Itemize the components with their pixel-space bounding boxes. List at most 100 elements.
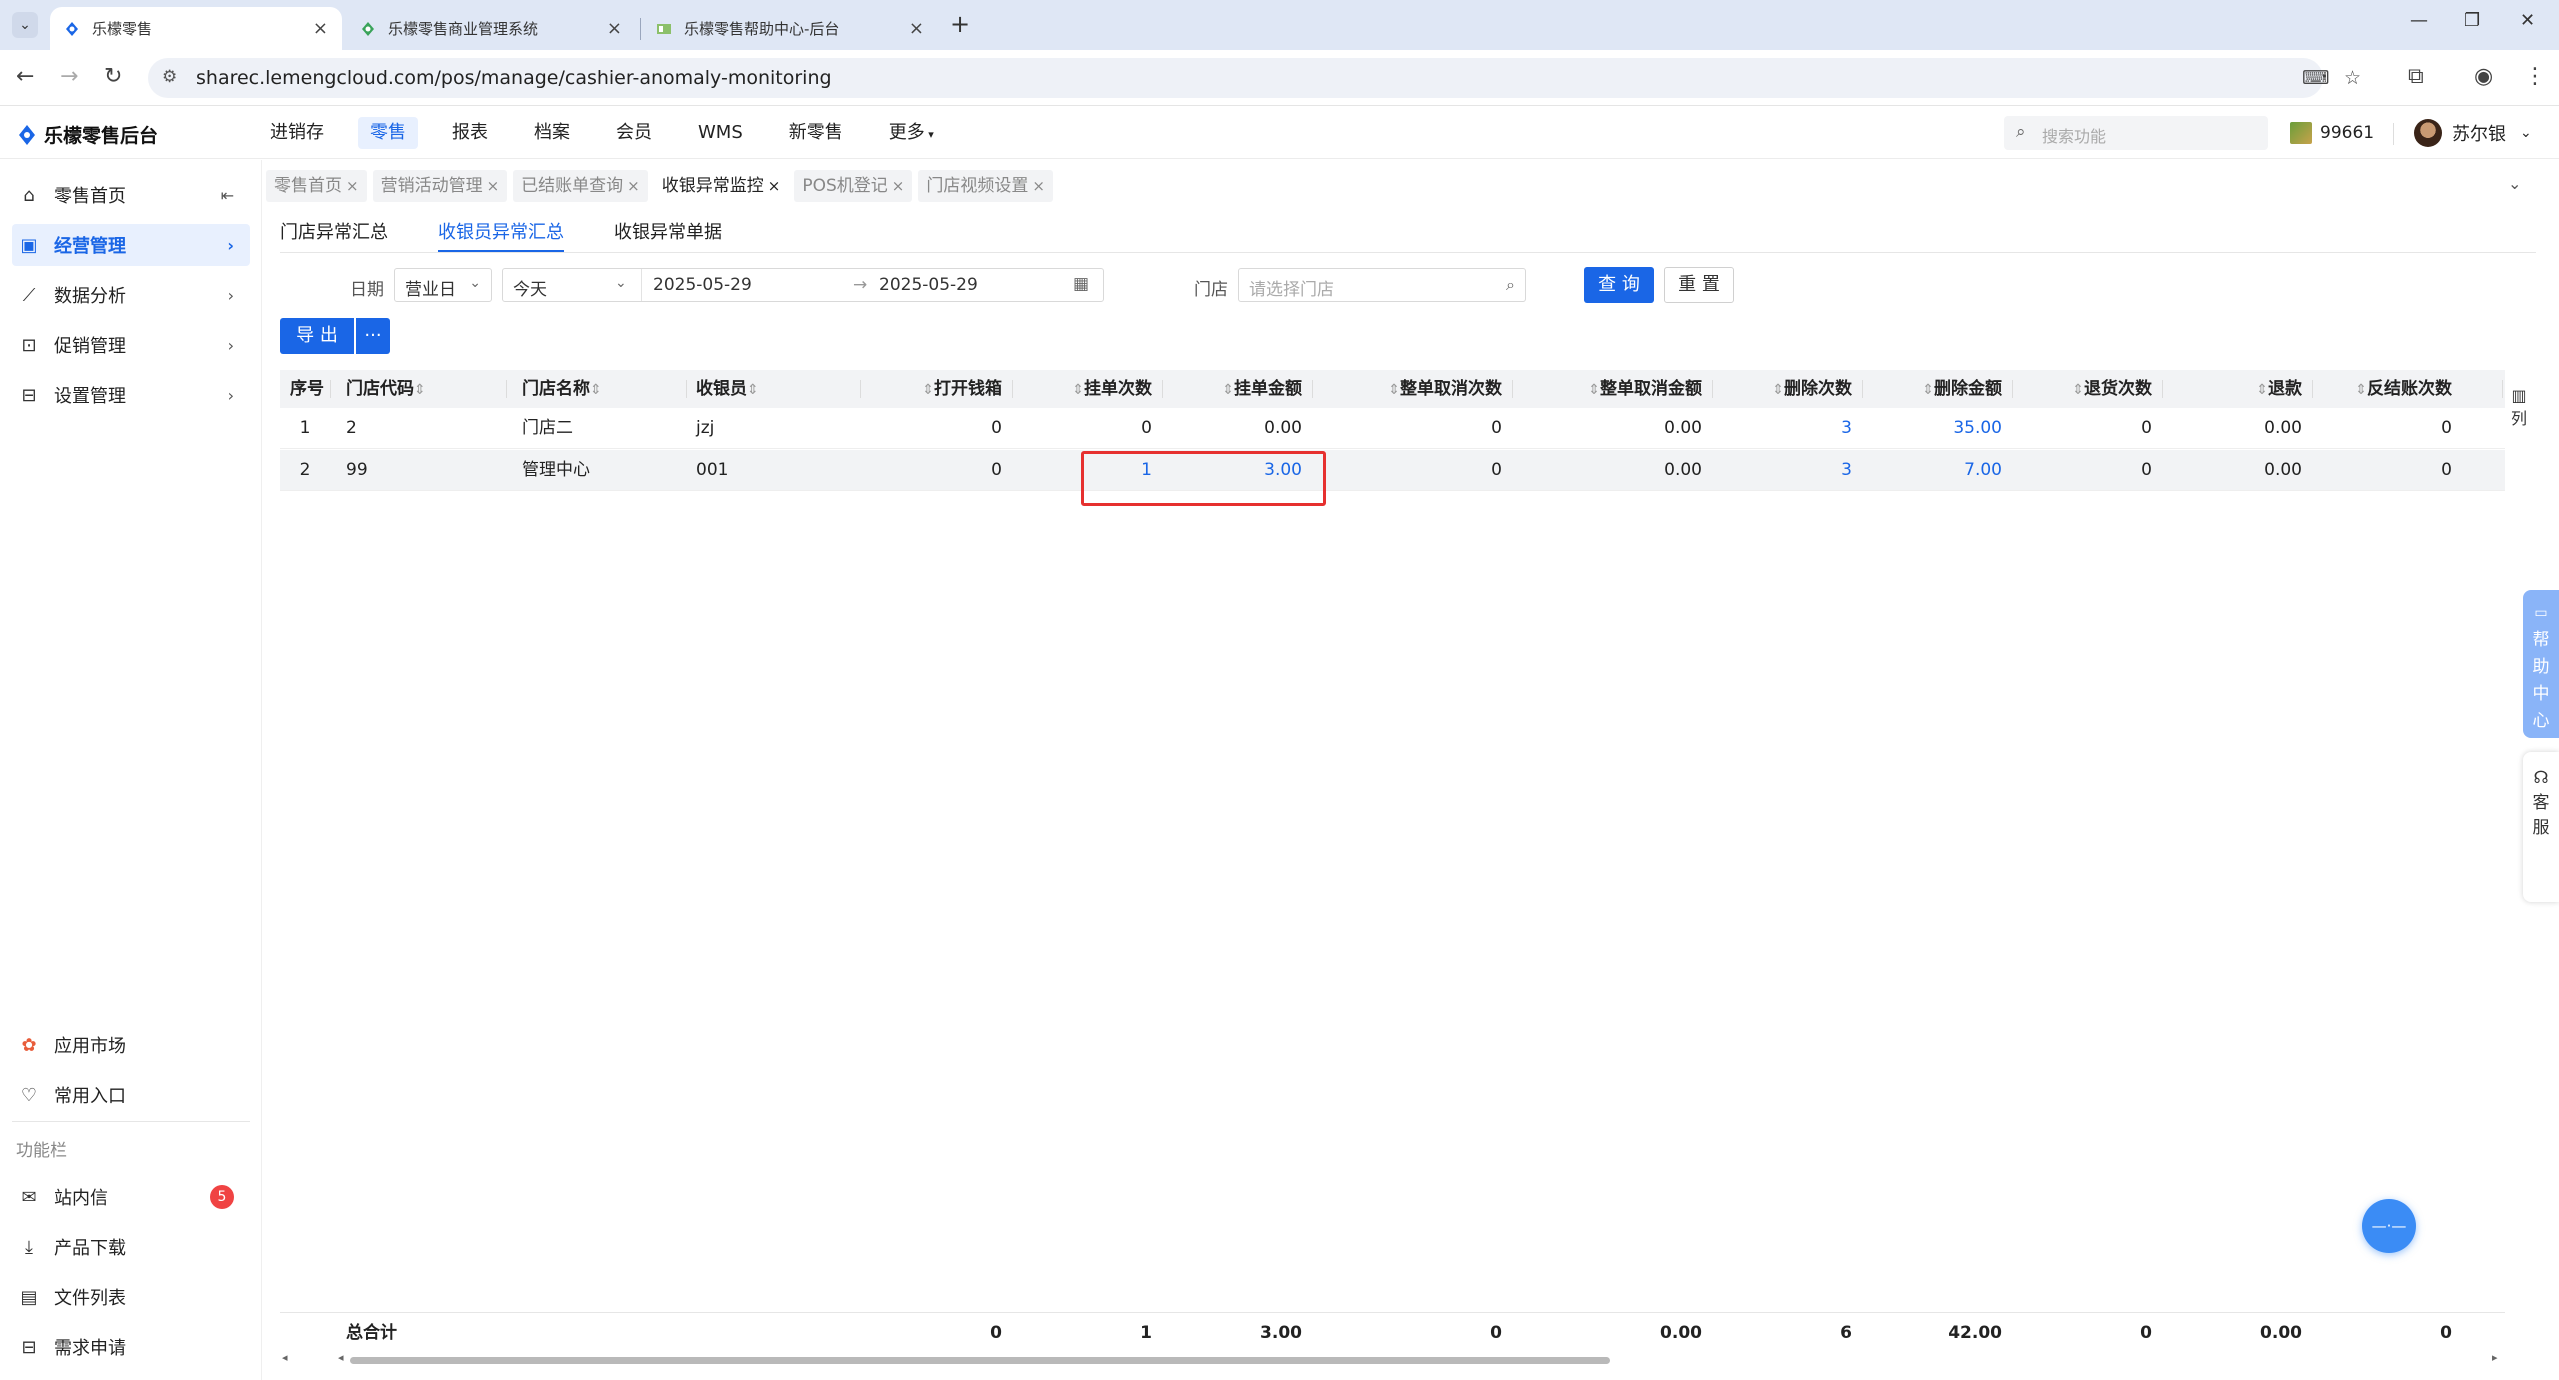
sidebar-item-messages[interactable]: ✉ 站内信 5 bbox=[12, 1176, 250, 1218]
col-reverse-count[interactable]: ⇕反结账次数 bbox=[2330, 370, 2452, 408]
reset-button[interactable]: 重 置 bbox=[1664, 267, 1734, 303]
end-date[interactable]: 2025-05-29 bbox=[879, 275, 978, 295]
sidebar-item-favorites[interactable]: ♡ 常用入口 bbox=[12, 1074, 250, 1116]
menu-more[interactable]: 更多 ▾ bbox=[877, 117, 946, 149]
close-window-icon[interactable]: ✕ bbox=[2520, 10, 2535, 31]
close-icon[interactable]: × bbox=[892, 177, 905, 195]
col-delete-amount[interactable]: ⇕删除金额 bbox=[1880, 370, 2002, 408]
tab-pos-register[interactable]: POS机登记 × bbox=[794, 170, 913, 202]
horizontal-scrollbar[interactable]: ◂ ◂ ▸ bbox=[280, 1351, 2505, 1365]
subtab-cashier-summary[interactable]: 收银员异常汇总 bbox=[438, 218, 564, 252]
scrollbar-thumb[interactable] bbox=[350, 1357, 1610, 1364]
cell-delete-count-link[interactable]: 3 bbox=[1730, 450, 1852, 491]
url-omnibox[interactable]: ⚙ sharec.lemengcloud.com/pos/manage/cash… bbox=[148, 58, 2361, 98]
table-row[interactable]: 2 99 管理中心 001 0 1 3.00 0 0.00 3 7.00 0 0… bbox=[280, 450, 2505, 491]
sidebar-item-requests[interactable]: ⊟ 需求申请 bbox=[12, 1326, 250, 1368]
app-logo[interactable]: 乐檬零售后台 bbox=[18, 121, 158, 148]
sidebar-item-retail-home[interactable]: ⌂ 零售首页 ⇤ bbox=[12, 174, 250, 216]
col-cashier[interactable]: 收银员⇕ bbox=[696, 370, 759, 408]
cell-delete-amount-link[interactable]: 35.00 bbox=[1880, 408, 2002, 449]
tab-marketing[interactable]: 营销活动管理 × bbox=[372, 170, 508, 202]
subtab-store-summary[interactable]: 门店异常汇总 bbox=[280, 218, 388, 252]
export-button[interactable]: 导 出 bbox=[280, 318, 354, 354]
extensions-icon[interactable]: ⧉ bbox=[2408, 64, 2424, 89]
floating-assistant-button[interactable]: —·— bbox=[2362, 1199, 2416, 1253]
menu-wms[interactable]: WMS bbox=[686, 117, 755, 149]
col-hold-count[interactable]: ⇕挂单次数 bbox=[1030, 370, 1152, 408]
cell-delete-count-link[interactable]: 3 bbox=[1730, 408, 1852, 449]
user-menu[interactable]: 苏尔银 ⌄ bbox=[2414, 119, 2532, 147]
tab-settled-bills[interactable]: 已结账单查询 × bbox=[513, 170, 648, 202]
sidebar-item-file-list[interactable]: ▤ 文件列表 bbox=[12, 1276, 250, 1318]
tabs-dropdown-icon[interactable]: ⌄ bbox=[2508, 174, 2521, 193]
browser-tab-1[interactable]: 乐檬零售 × bbox=[50, 7, 342, 50]
collapse-sidebar-icon[interactable]: ⇤ bbox=[221, 186, 234, 205]
col-store-name[interactable]: 门店名称⇕ bbox=[522, 370, 602, 408]
sidebar-item-analytics[interactable]: ⟋ 数据分析 › bbox=[12, 274, 250, 316]
profile-icon[interactable]: ◉ bbox=[2474, 64, 2493, 89]
function-search-input[interactable]: ⌕ 搜索功能 bbox=[2004, 116, 2268, 150]
browser-menu-icon[interactable]: ⋮ bbox=[2524, 64, 2546, 89]
reload-icon[interactable]: ↻ bbox=[104, 64, 122, 89]
browser-tab-3[interactable]: 乐檬零售帮助中心-后台 × bbox=[642, 7, 938, 50]
col-open-drawer[interactable]: ⇕打开钱箱 bbox=[880, 370, 1002, 408]
site-info-icon[interactable]: ⚙ bbox=[162, 67, 177, 87]
col-refund[interactable]: ⇕退款 bbox=[2180, 370, 2302, 408]
date-range-picker[interactable]: 今天 ⌄ 2025-05-29 → 2025-05-29 ▦ bbox=[502, 268, 1104, 302]
close-icon[interactable]: × bbox=[1032, 177, 1045, 195]
menu-new-retail[interactable]: 新零售 bbox=[777, 117, 855, 149]
menu-reports[interactable]: 报表 bbox=[440, 117, 500, 149]
back-icon[interactable]: ← bbox=[16, 64, 34, 89]
sidebar-item-promotions[interactable]: ⊡ 促销管理 › bbox=[12, 324, 250, 366]
close-icon[interactable]: × bbox=[768, 177, 781, 195]
col-hold-amount[interactable]: ⇕挂单金额 bbox=[1180, 370, 1302, 408]
url-text[interactable]: sharec.lemengcloud.com/pos/manage/cashie… bbox=[196, 67, 832, 89]
close-tab-icon[interactable]: × bbox=[607, 18, 622, 39]
help-center-tab[interactable]: ▭ 帮助中心 bbox=[2523, 590, 2559, 738]
query-button[interactable]: 查 询 bbox=[1584, 267, 1654, 303]
sidebar-item-operations[interactable]: ▣ 经营管理 › bbox=[12, 224, 250, 266]
calendar-icon[interactable]: ▦ bbox=[1073, 274, 1089, 294]
date-type-select[interactable]: 营业日 ⌄ bbox=[394, 268, 492, 302]
table-row[interactable]: 1 2 门店二 jzj 0 0 0.00 0 0.00 3 35.00 0 0.… bbox=[280, 408, 2505, 449]
scroll-left-small-icon[interactable]: ◂ bbox=[338, 1351, 344, 1364]
col-void-count[interactable]: ⇕整单取消次数 bbox=[1330, 370, 1502, 408]
forward-icon[interactable]: → bbox=[60, 64, 78, 89]
sidebar-item-app-market[interactable]: ✿ 应用市场 bbox=[12, 1024, 250, 1066]
menu-inventory[interactable]: 进销存 bbox=[258, 117, 336, 149]
close-tab-icon[interactable]: × bbox=[909, 18, 924, 39]
minimize-icon[interactable]: — bbox=[2410, 10, 2428, 31]
more-options-button[interactable]: ··· bbox=[356, 318, 390, 354]
start-date[interactable]: 2025-05-29 bbox=[653, 275, 752, 295]
translate-icon[interactable]: ⌨ bbox=[2302, 67, 2329, 89]
col-return-count[interactable]: ⇕退货次数 bbox=[2030, 370, 2152, 408]
menu-retail[interactable]: 零售 bbox=[358, 117, 418, 149]
cell-delete-amount-link[interactable]: 7.00 bbox=[1880, 450, 2002, 491]
coin-balance[interactable]: 99661 bbox=[2290, 122, 2374, 144]
sidebar-item-downloads[interactable]: ⤓ 产品下载 bbox=[12, 1226, 250, 1268]
tab-search-chevron-icon[interactable]: ⌄ bbox=[12, 12, 38, 38]
customer-service-tab[interactable]: ☊ 客服 bbox=[2523, 752, 2559, 902]
col-delete-count[interactable]: ⇕删除次数 bbox=[1730, 370, 1852, 408]
bookmark-star-icon[interactable]: ☆ bbox=[2344, 67, 2361, 89]
sidebar-item-settings[interactable]: ⊟ 设置管理 › bbox=[12, 374, 250, 416]
menu-members[interactable]: 会员 bbox=[604, 117, 664, 149]
range-preset-value[interactable]: 今天 bbox=[513, 275, 547, 300]
close-icon[interactable]: × bbox=[487, 177, 500, 195]
close-tab-icon[interactable]: × bbox=[313, 18, 328, 39]
new-tab-icon[interactable]: + bbox=[950, 10, 970, 38]
column-settings-button[interactable]: ▥ 列 bbox=[2508, 386, 2530, 429]
tab-retail-home[interactable]: 零售首页 × bbox=[266, 170, 367, 202]
subtab-anomaly-docs[interactable]: 收银异常单据 bbox=[614, 218, 722, 252]
scroll-left-icon[interactable]: ◂ bbox=[282, 1351, 288, 1364]
tab-cashier-anomaly[interactable]: 收银异常监控 × bbox=[653, 170, 789, 202]
scroll-right-icon[interactable]: ▸ bbox=[2492, 1351, 2498, 1364]
store-select-input[interactable]: 请选择门店 ⌕ bbox=[1238, 268, 1526, 302]
col-store-code[interactable]: 门店代码⇕ bbox=[346, 370, 426, 408]
col-void-amount[interactable]: ⇕整单取消金额 bbox=[1530, 370, 1702, 408]
close-icon[interactable]: × bbox=[627, 177, 640, 195]
menu-archives[interactable]: 档案 bbox=[522, 117, 582, 149]
close-icon[interactable]: × bbox=[346, 177, 359, 195]
browser-tab-2[interactable]: 乐檬零售商业管理系统 × bbox=[346, 7, 636, 50]
restore-icon[interactable]: ❐ bbox=[2464, 10, 2480, 31]
